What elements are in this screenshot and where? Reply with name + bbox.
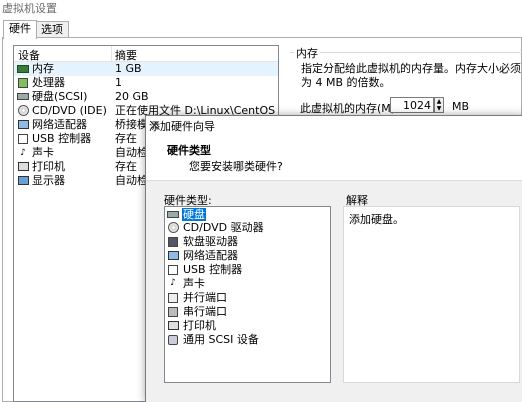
wizard-body: 硬件类型: 硬盘 CD/DVD 驱动器 软盘驱动器 网络适配器 USB 控制器: [146, 180, 522, 402]
hardware-item-label: 网络适配器: [183, 249, 238, 262]
device-summary: 1 GB: [115, 62, 142, 75]
hardware-item-network-adapter[interactable]: 网络适配器: [165, 249, 330, 262]
hard-disk-icon: [17, 91, 29, 102]
cd-dvd-icon: [167, 222, 179, 233]
add-hardware-wizard: 添加硬件向导 ✕ 硬件类型 您要安装哪类硬件? 硬件类型: 硬盘 CD/DVD …: [145, 115, 522, 402]
device-name: USB 控制器: [32, 132, 92, 145]
memory-icon: [17, 63, 29, 74]
window-title-bar: 虚拟机设置: [0, 0, 522, 20]
printer-icon: [17, 161, 29, 172]
device-name: CD/DVD (IDE): [32, 104, 107, 117]
hardware-item-scsi-device[interactable]: 通用 SCSI 设备: [165, 333, 330, 346]
hardware-item-usb-controller[interactable]: USB 控制器: [165, 263, 330, 276]
hardware-item-label: USB 控制器: [183, 263, 243, 276]
window-title: 虚拟机设置: [2, 2, 57, 15]
hardware-item-cd-dvd[interactable]: CD/DVD 驱动器: [165, 221, 330, 234]
device-summary: 20 GB: [115, 90, 149, 103]
explanation-text: 添加硬盘。: [349, 213, 404, 226]
explanation-box: 添加硬盘。: [343, 206, 520, 383]
hardware-item-floppy[interactable]: 软盘驱动器: [165, 235, 330, 248]
device-summary: 1: [115, 76, 122, 89]
hardware-item-label: CD/DVD 驱动器: [183, 221, 264, 234]
wizard-subheading: 您要安装哪类硬件?: [189, 160, 283, 173]
display-icon: [17, 175, 29, 186]
device-list-header: 设备 摘要: [14, 46, 278, 62]
device-name: 网络适配器: [32, 118, 87, 131]
usb-controller-icon: [167, 264, 179, 275]
network-adapter-icon: [17, 119, 29, 130]
device-row-memory[interactable]: 内存 1 GB: [14, 62, 278, 76]
device-name: 声卡: [32, 146, 54, 159]
hardware-item-hard-disk[interactable]: 硬盘: [165, 208, 330, 221]
hardware-type-list[interactable]: 硬盘 CD/DVD 驱动器 软盘驱动器 网络适配器 USB 控制器 ♪ 声卡 并…: [164, 206, 331, 383]
device-row-hard-disk[interactable]: 硬盘(SCSI) 20 GB: [14, 90, 278, 104]
parallel-port-icon: [167, 292, 179, 303]
hardware-item-label: 串行端口: [183, 305, 227, 318]
hardware-item-printer[interactable]: 打印机: [165, 319, 330, 332]
hardware-item-label: 并行端口: [183, 291, 227, 304]
hardware-item-label: 软盘驱动器: [183, 235, 238, 248]
wizard-heading: 硬件类型: [167, 144, 211, 157]
memory-label: 此虚拟机的内存(M):: [300, 102, 399, 115]
memory-group-title: 内存: [294, 45, 320, 61]
cd-dvd-icon: [17, 105, 29, 116]
device-name: 内存: [32, 62, 54, 75]
tab-strip: 硬件 选项: [0, 20, 522, 39]
hardware-item-serial-port[interactable]: 串行端口: [165, 305, 330, 318]
sound-card-icon: ♪: [170, 278, 176, 288]
tab-hardware[interactable]: 硬件: [3, 20, 37, 39]
hardware-item-label: 打印机: [183, 319, 216, 332]
device-name: 硬盘(SCSI): [32, 90, 88, 103]
wizard-title-bar[interactable]: 添加硬件向导 ✕: [146, 116, 522, 135]
column-divider[interactable]: [111, 46, 112, 61]
hardware-item-label: 声卡: [183, 277, 205, 290]
memory-value-input[interactable]: 1024: [390, 97, 434, 113]
hardware-item-label: 硬盘: [182, 208, 206, 221]
usb-controller-icon: [17, 133, 29, 144]
memory-description: 指定分配给此虚拟机的内存量。内存大小必须为 4 MB 的倍数。: [301, 62, 521, 89]
device-name: 打印机: [32, 160, 65, 173]
column-header-device[interactable]: 设备: [18, 47, 40, 63]
hard-disk-icon: [167, 209, 179, 220]
floppy-icon: [167, 236, 179, 247]
hardware-item-sound-card[interactable]: ♪ 声卡: [165, 277, 330, 290]
memory-spinner[interactable]: ▲ ▼: [434, 97, 444, 113]
printer-icon: [167, 320, 179, 331]
serial-port-icon: [167, 306, 179, 317]
hardware-item-label: 通用 SCSI 设备: [183, 333, 259, 346]
network-adapter-icon: [167, 250, 179, 261]
group-divider: [290, 52, 522, 53]
hardware-item-parallel-port[interactable]: 并行端口: [165, 291, 330, 304]
column-header-summary[interactable]: 摘要: [115, 47, 137, 63]
scsi-device-icon: [167, 334, 179, 345]
device-name: 处理器: [32, 76, 65, 89]
tab-options[interactable]: 选项: [35, 21, 69, 38]
memory-unit: MB: [452, 100, 470, 113]
processor-icon: [17, 77, 29, 88]
device-row-processor[interactable]: 处理器 1: [14, 76, 278, 90]
device-name: 显示器: [32, 174, 65, 187]
sound-card-icon: ♪: [20, 147, 26, 158]
